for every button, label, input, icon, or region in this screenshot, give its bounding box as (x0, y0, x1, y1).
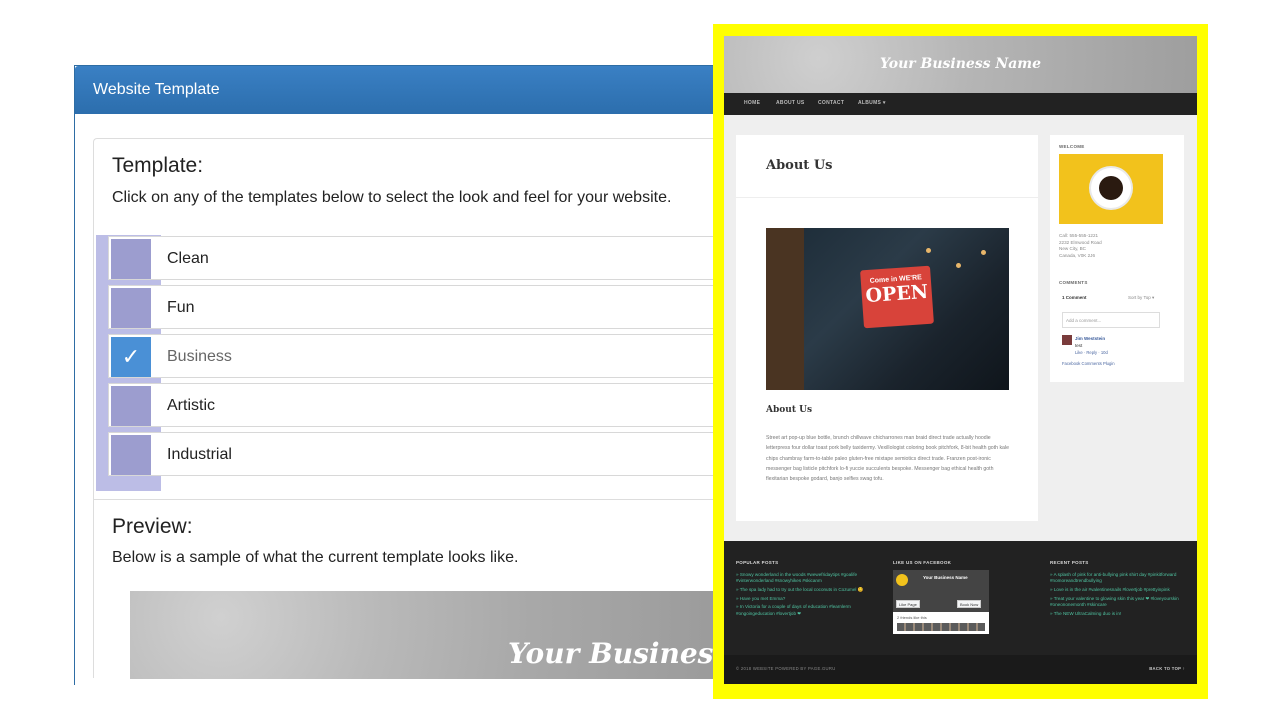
facebook-likes: 2 friends like this (897, 615, 927, 620)
comment-count: 1 Comment (1062, 295, 1087, 300)
preview-heading: Preview: (112, 515, 193, 538)
sort-value[interactable]: Top ▾ (1143, 295, 1154, 300)
template-checkbox[interactable] (111, 288, 151, 328)
template-label: Business (167, 348, 232, 365)
coffee-cup-image (1059, 154, 1163, 224)
site-footer: POPULAR POSTS » Snowy wonderland in the … (724, 541, 1197, 655)
nav-albums[interactable]: ALBUMS ▾ (858, 100, 886, 106)
preview-highlight-frame: Your Business Name HOME ABOUT US CONTACT… (713, 24, 1208, 699)
template-option-industrial[interactable]: Industrial (108, 432, 736, 476)
nav-about[interactable]: ABOUT US (776, 100, 805, 106)
bokeh-light (956, 263, 961, 268)
preview-header-image: Your Business Name (130, 591, 736, 679)
friend-avatars (897, 623, 985, 631)
commenter-name[interactable]: Jim Weststein (1075, 336, 1105, 341)
facebook-title: LIKE US ON FACEBOOK (893, 560, 952, 565)
sidebar-card: WELCOME Call: 555-555-1221 2232 Elmwood … (1050, 135, 1184, 382)
main-content-card: About Us Come in WE'RE OPEN About Us Str… (736, 135, 1038, 521)
template-option-fun[interactable]: Fun (108, 285, 736, 329)
recent-posts-list: » A splash of pink for anti-bullying pin… (1050, 572, 1182, 619)
section-divider (94, 499, 736, 500)
post-link[interactable]: » Treat your valentine to glowing skin t… (1050, 596, 1182, 608)
template-label: Clean (167, 250, 209, 267)
preview-description: Below is a sample of what the current te… (112, 549, 519, 566)
nav-home[interactable]: HOME (744, 100, 760, 106)
post-link[interactable]: » The spa lady had to try out the local … (736, 587, 868, 593)
open-sign-big-text: OPEN (864, 280, 929, 308)
site-brand: Your Business Name (879, 56, 1042, 72)
template-option-clean[interactable]: Clean (108, 236, 736, 280)
post-link[interactable]: » Snowy wonderland in the woods #wewefri… (736, 572, 868, 584)
facebook-cover: Your Business Name Like Page Book Now (893, 570, 989, 612)
page-title: About Us (766, 158, 833, 173)
body-text: Street art pop-up blue bottle, brunch ch… (766, 435, 1009, 483)
popular-posts-title: POPULAR POSTS (736, 560, 779, 565)
site-nav: HOME ABOUT US CONTACT ALBUMS ▾ (724, 93, 1197, 115)
preview-business-name: Your Business Name (508, 637, 736, 670)
avatar (1062, 335, 1072, 345)
template-checkbox-checked[interactable]: ✓ (111, 337, 151, 377)
welcome-label: WELCOME (1059, 144, 1085, 149)
checkmark-icon: ✓ (121, 344, 141, 369)
sort-label: Sort by (1128, 295, 1143, 300)
address-line: Call: 555-555-1221 (1059, 233, 1099, 238)
site-header: Your Business Name (724, 36, 1197, 93)
post-link[interactable]: » Have you met Emma? (736, 596, 868, 602)
back-to-top-link[interactable]: BACK TO TOP ↑ (1149, 666, 1185, 671)
page-logo-icon (896, 574, 908, 586)
coffee-cup-icon (1091, 168, 1131, 208)
comment-text: test (1075, 343, 1083, 348)
popular-posts-list: » Snowy wonderland in the woods #wewefri… (736, 572, 868, 619)
comment-sort[interactable]: Sort by Top ▾ (1128, 295, 1154, 301)
post-link[interactable]: » The NEW UltraCalming duo is in! (1050, 611, 1182, 617)
facebook-plugin-link[interactable]: Facebook Comments Plugin (1062, 361, 1115, 366)
bokeh-light (981, 250, 986, 255)
bokeh-light (926, 248, 931, 253)
address-block: Call: 555-555-1221 2232 Elmwood Road New… (1059, 233, 1102, 259)
template-checkbox[interactable] (111, 435, 151, 475)
template-option-business[interactable]: ✓ Business (108, 334, 736, 378)
template-panel: Website Template Template: Click on any … (74, 65, 736, 685)
template-description: Click on any of the templates below to s… (112, 189, 672, 206)
like-page-button[interactable]: Like Page (896, 600, 920, 608)
panel-title: Website Template (75, 66, 733, 114)
facebook-page-name[interactable]: Your Business Name (923, 575, 968, 580)
comments-label: COMMENTS (1059, 280, 1088, 285)
title-divider (736, 197, 1038, 198)
recent-posts-title: RECENT POSTS (1050, 560, 1089, 565)
template-label: Industrial (167, 446, 232, 463)
post-link[interactable]: » A splash of pink for anti-bullying pin… (1050, 572, 1182, 584)
template-checkbox[interactable] (111, 239, 151, 279)
website-preview: Your Business Name HOME ABOUT US CONTACT… (724, 36, 1197, 684)
open-sign-photo: Come in WE'RE OPEN (766, 228, 1009, 390)
template-heading: Template: (112, 154, 204, 177)
nav-contact[interactable]: CONTACT (818, 100, 844, 106)
panel-body: Template: Click on any of the templates … (93, 138, 736, 679)
template-label: Artistic (167, 397, 215, 414)
comment-actions[interactable]: Like · Reply · 10d (1075, 350, 1108, 355)
facebook-widget[interactable]: Your Business Name Like Page Book Now 2 … (893, 570, 989, 634)
book-now-button[interactable]: Book Now (957, 600, 982, 608)
post-link[interactable]: » In Victoria for a couple of days of ed… (736, 604, 868, 616)
address-line: Canada, V0K 2J6 (1059, 252, 1096, 258)
template-checkbox[interactable] (111, 386, 151, 426)
copyright-bar: © 2018 WEBSITE POWERED BY PAGE.GURU BACK… (724, 655, 1197, 684)
section-title: About Us (766, 405, 813, 415)
post-link[interactable]: » Love is in the air #valentinesnails #l… (1050, 587, 1182, 593)
open-sign: Come in WE'RE OPEN (860, 265, 934, 329)
template-label: Fun (167, 299, 195, 316)
template-option-artistic[interactable]: Artistic (108, 383, 736, 427)
copyright-text: © 2018 WEBSITE POWERED BY PAGE.GURU (736, 666, 836, 671)
comment-input[interactable]: Add a comment... (1062, 312, 1160, 328)
door-frame (766, 228, 804, 390)
